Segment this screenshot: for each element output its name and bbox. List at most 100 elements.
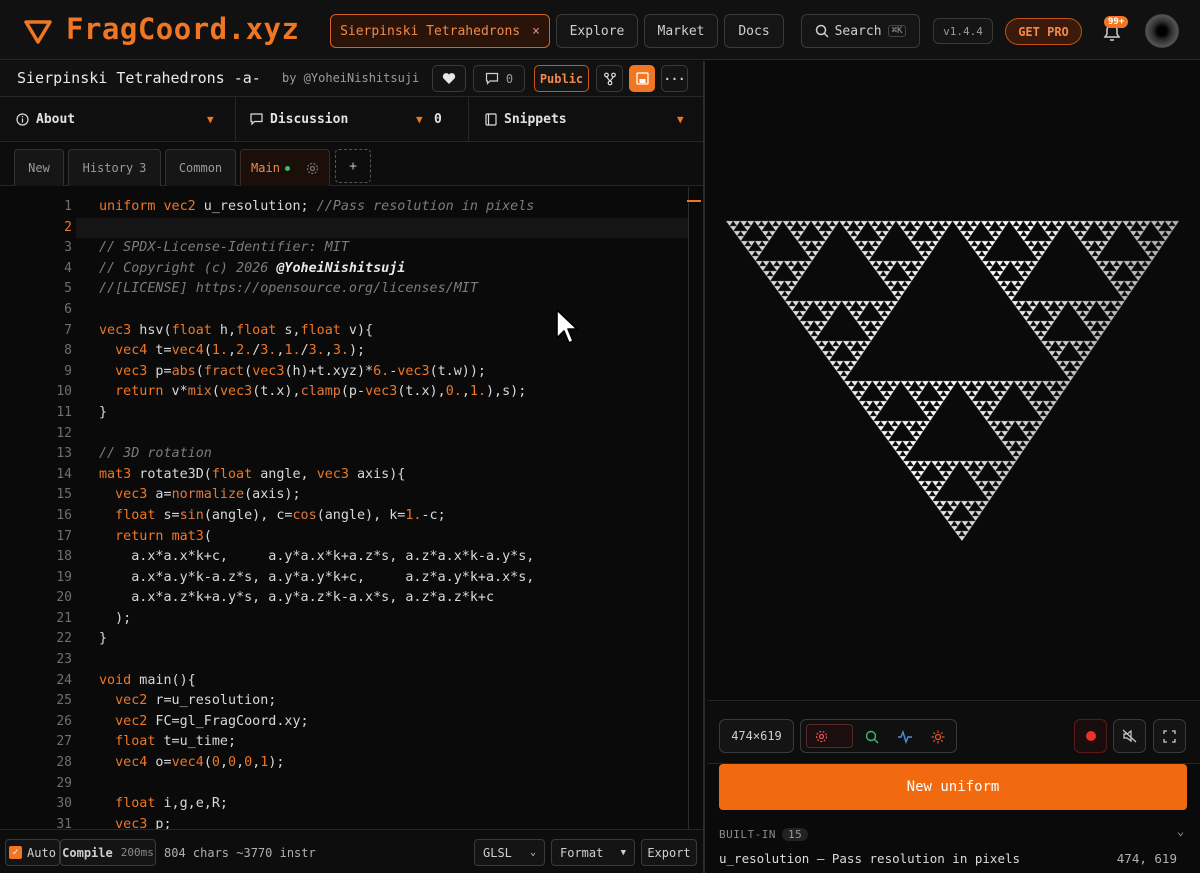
line-number: 28 <box>56 755 72 771</box>
line-number: 6 <box>64 301 72 317</box>
discussion-count: 0 <box>434 112 442 127</box>
search-icon[interactable] <box>865 730 879 744</box>
mute-button[interactable] <box>1113 719 1146 753</box>
save-button[interactable] <box>629 65 655 92</box>
speaker-muted-icon <box>1122 729 1137 743</box>
comment-icon <box>250 113 263 126</box>
line-number: 20 <box>56 590 72 606</box>
resolution-badge[interactable]: 474×619 <box>719 719 794 753</box>
explore-link[interactable]: Explore <box>556 14 638 48</box>
line-number: 9 <box>64 363 72 379</box>
history-count: 3 <box>139 161 147 175</box>
line-number: 17 <box>56 528 72 544</box>
more-icon[interactable]: ··· <box>661 65 688 92</box>
line-number: 1 <box>64 199 72 214</box>
code-content[interactable]: uniform vec2 u_resolution; //Pass resolu… <box>99 197 534 829</box>
builtin-header[interactable]: BUILT-IN 15 <box>719 828 809 841</box>
history-label: History <box>82 161 134 175</box>
line-number: 5 <box>64 281 72 297</box>
line-number: 4 <box>64 260 72 276</box>
notification-badge: 99+ <box>1104 16 1129 28</box>
avatar[interactable] <box>1145 14 1179 48</box>
preview-panel: 474×619 New uniform BUILT-IN 15 ⌄ u_resol… <box>707 61 1200 873</box>
chevron-down-icon[interactable]: ⌄ <box>1177 824 1184 838</box>
chevron-down-icon: ▼ <box>207 113 214 126</box>
gear-icon <box>815 730 828 742</box>
visibility-button[interactable]: Public <box>534 65 589 92</box>
line-number: 22 <box>56 631 72 647</box>
tab-new[interactable]: New <box>14 149 64 186</box>
fullscreen-button[interactable] <box>1153 719 1186 753</box>
language-select[interactable]: GLSL ⌄ <box>474 839 545 866</box>
chevron-down-icon: ▼ <box>416 113 423 126</box>
new-uniform-button[interactable]: New uniform <box>719 764 1187 810</box>
line-number: 7 <box>64 322 72 338</box>
line-number: 15 <box>56 487 72 503</box>
line-number: 12 <box>56 425 72 441</box>
fork-icon <box>603 72 616 85</box>
line-number: 13 <box>56 446 72 462</box>
mouse-cursor-icon <box>556 309 578 344</box>
editor-scrollbar[interactable] <box>688 187 689 829</box>
line-number: 8 <box>64 343 72 359</box>
get-pro-button[interactable]: GET PRO <box>1005 18 1082 45</box>
about-section[interactable]: About ▼ <box>0 97 236 142</box>
like-button[interactable] <box>432 65 466 92</box>
docs-link[interactable]: Docs <box>724 14 784 48</box>
version-badge: v1.4.4 <box>933 18 993 44</box>
sun-icon[interactable] <box>931 730 945 744</box>
waveform-icon[interactable] <box>897 730 913 744</box>
line-number: 2 <box>64 219 72 235</box>
chevron-down-icon: ⌄ <box>529 847 536 858</box>
sierpinski-render <box>725 220 1180 542</box>
format-button[interactable]: Format ▼ <box>551 839 635 866</box>
gear-icon[interactable] <box>306 162 319 175</box>
tab-history[interactable]: History 3 <box>68 149 161 186</box>
snippets-label: Snippets <box>504 112 567 127</box>
auto-compile-toggle[interactable]: ✓ Auto <box>5 839 60 866</box>
checkbox-icon: ✓ <box>9 846 23 859</box>
format-label: Format <box>560 845 604 860</box>
code-editor[interactable]: 1 2 3 4 5 6 7 8 9 10 11 12 13 14 15 16 17 18 19 20 21 22 23 24 2… <box>0 187 703 829</box>
add-tab-button[interactable]: + <box>335 149 371 183</box>
author-byline[interactable]: by @YoheiNishitsuji <box>282 71 419 85</box>
line-number: 25 <box>56 693 72 709</box>
tool-group <box>800 719 957 753</box>
line-number: 31 <box>56 816 72 829</box>
compile-button[interactable]: Compile 200ms <box>60 839 156 866</box>
fork-button[interactable] <box>596 65 623 92</box>
record-button[interactable] <box>1074 719 1107 753</box>
save-icon <box>635 72 649 85</box>
main-label: Main <box>251 161 280 175</box>
builtin-count: 15 <box>781 828 809 841</box>
settings-tool[interactable] <box>806 724 853 748</box>
top-bar: FragCoord.xyz Sierpinski Tetrahedrons × … <box>0 0 1200 60</box>
uniform-description: u_resolution — Pass resolution in pixels <box>719 851 1021 866</box>
shader-tab-current[interactable]: Sierpinski Tetrahedrons × <box>330 14 550 48</box>
search-button[interactable]: Search ⌘K <box>801 14 920 48</box>
uniform-value: 474, 619 <box>1116 851 1177 866</box>
market-link[interactable]: Market <box>644 14 718 48</box>
heart-icon <box>442 73 456 84</box>
builtin-label: BUILT-IN <box>719 828 776 841</box>
tab-main[interactable]: Main <box>240 149 330 186</box>
discussion-label: Discussion <box>270 112 349 127</box>
line-number: 21 <box>56 610 72 626</box>
snippets-section[interactable]: Snippets ▼ <box>469 97 703 142</box>
export-button[interactable]: Export <box>641 839 697 866</box>
about-label: About <box>36 112 76 127</box>
section-row: About ▼ Discussion ▼ 0 Snippets ▼ <box>0 97 703 142</box>
status-bar: ✓ Auto Compile 200ms 804 chars ~3770 ins… <box>0 829 703 873</box>
buffer-tabs: New History 3 Common Main + <box>0 142 703 186</box>
comments-button[interactable]: 0 <box>473 65 525 92</box>
uniform-row[interactable]: u_resolution — Pass resolution in pixels… <box>719 851 1187 866</box>
discussion-section[interactable]: Discussion ▼ 0 <box>236 97 469 142</box>
close-icon[interactable]: × <box>532 24 540 39</box>
logo-text[interactable]: FragCoord.xyz <box>66 12 299 46</box>
tab-common[interactable]: Common <box>165 149 236 186</box>
code-stats: 804 chars ~3770 instr <box>164 846 316 860</box>
search-label: Search <box>834 23 882 39</box>
line-number: 16 <box>56 507 72 523</box>
shader-canvas[interactable] <box>707 61 1200 701</box>
shader-tab-label: Sierpinski Tetrahedrons <box>340 23 521 39</box>
